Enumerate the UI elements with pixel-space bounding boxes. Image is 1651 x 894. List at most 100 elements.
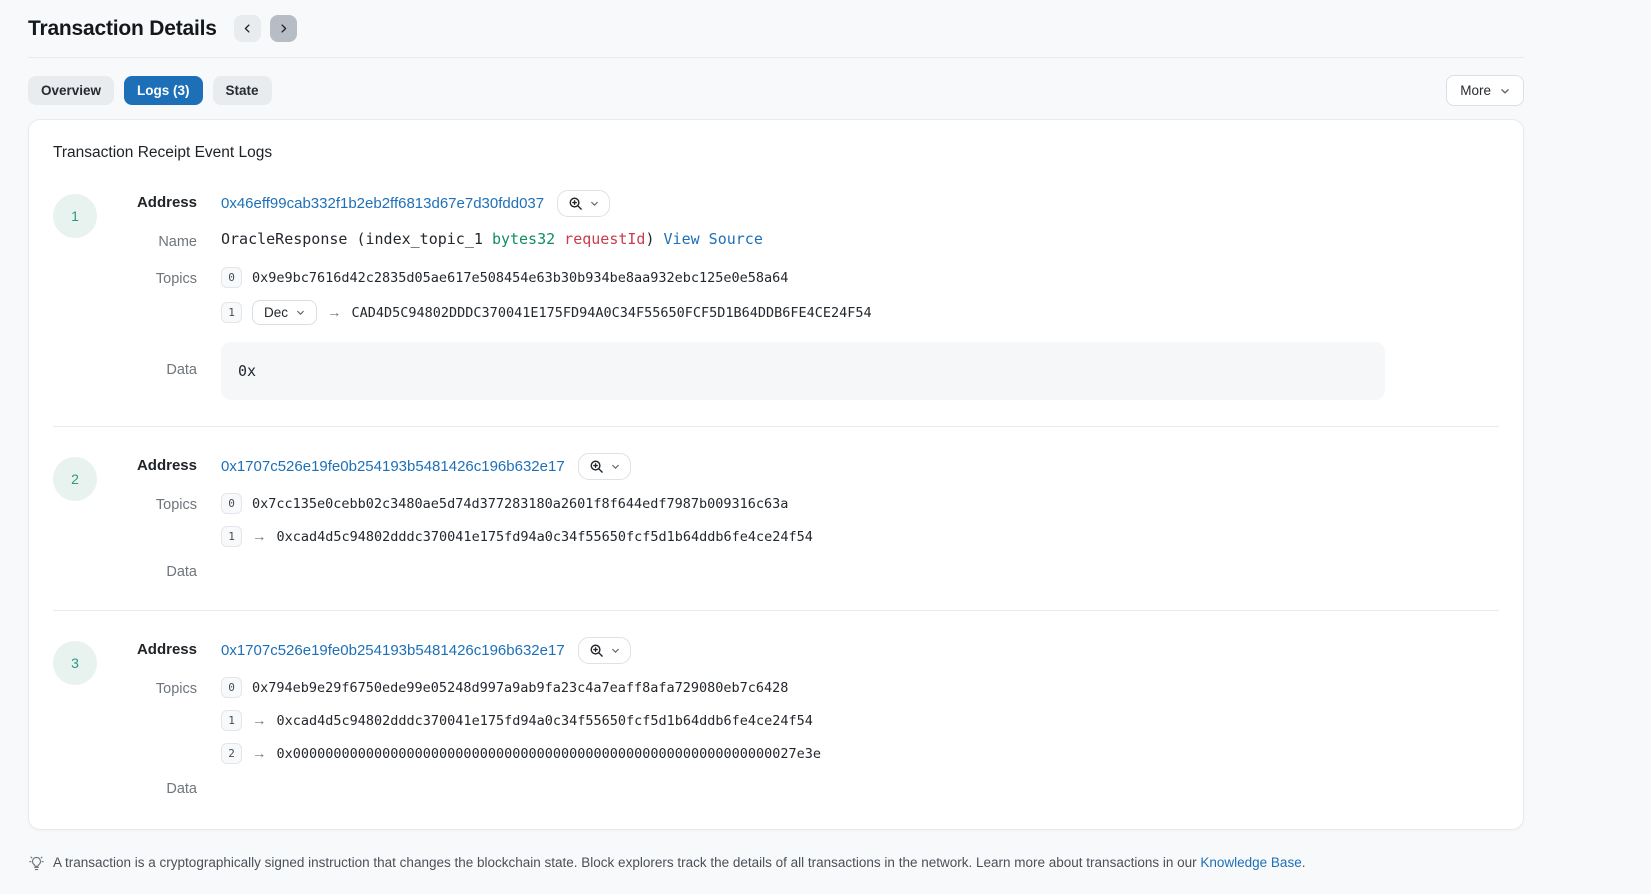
page-header: Transaction Details [28,0,1524,42]
log-badge-column: 2 [53,453,97,584]
chevron-left-icon [242,23,253,34]
data-row: Data [97,781,1499,801]
log-badge-column: 3 [53,637,97,801]
address-label: Address [97,190,197,211]
topics-row: Topics 0 0x794eb9e29f6750ede99e05248d997… [97,677,1499,764]
page-container: Transaction Details Overview Logs (3) St… [28,0,1524,872]
topic-item: 2 → 0x0000000000000000000000000000000000… [221,743,821,764]
data-label: Data [97,781,197,797]
tab-logs[interactable]: Logs (3) [124,76,203,105]
topic-value: 0x794eb9e29f6750ede99e05248d997a9ab9fa23… [252,680,788,696]
arrow-right-icon: → [252,529,267,545]
event-logs-card: Transaction Receipt Event Logs 1 Address… [28,119,1524,830]
zoom-in-icon [589,643,604,658]
prev-transaction-button[interactable] [234,15,261,42]
topic-value: 0xcad4d5c94802dddc370041e175fd94a0c34f55… [277,713,813,729]
data-box: 0x [221,342,1385,400]
topic-index-chip: 1 [221,710,242,731]
view-source-link[interactable]: View Source [664,230,763,248]
address-zoom-dropdown[interactable] [578,637,631,664]
chevron-right-icon [278,23,289,34]
address-link[interactable]: 0x1707c526e19fe0b254193b5481426c196b632e… [221,642,565,659]
more-dropdown[interactable]: More [1446,75,1524,106]
topics-label: Topics [97,677,197,697]
topic-item: 1 → 0xcad4d5c94802dddc370041e175fd94a0c3… [221,710,821,731]
topics-row: Topics 0 0x7cc135e0cebb02c3480ae5d74d377… [97,493,1499,547]
chevron-down-icon [296,308,305,317]
address-zoom-dropdown[interactable] [557,190,610,217]
topic-index-chip: 0 [221,493,242,514]
log-divider [53,426,1499,427]
topic-item: 1 Dec → CAD4D5C94802DDDC370041E175FD94A0… [221,300,872,325]
topic-value: 0xcad4d5c94802dddc370041e175fd94a0c34f55… [277,529,813,545]
chevron-down-icon [1500,86,1510,96]
tab-state[interactable]: State [213,76,272,105]
topic-item: 0 0x794eb9e29f6750ede99e05248d997a9ab9fa… [221,677,821,698]
chevron-down-icon [590,199,599,208]
event-name-close: ) [645,230,663,248]
topics-row: Topics 0 0x9e9bc7616d42c2835d05ae617e508… [97,267,1499,325]
log-entry-2: 2 Address 0x1707c526e19fe0b254193b548142… [53,453,1499,584]
lightbulb-icon [28,855,45,872]
event-name-text: OracleResponse (index_topic_1 [221,230,492,248]
log-index-badge: 3 [53,641,97,685]
footer-note: A transaction is a cryptographically sig… [28,854,1524,872]
address-row: Address 0x46eff99cab332f1b2eb2ff6813d67e… [97,190,1499,217]
log-entry-3: 3 Address 0x1707c526e19fe0b254193b548142… [53,637,1499,801]
chevron-down-icon [611,462,620,471]
address-label: Address [97,453,197,474]
event-param-type: bytes32 [492,230,555,248]
topic-value: 0x9e9bc7616d42c2835d05ae617e508454e63b30… [252,270,788,286]
footer-period: . [1302,855,1306,870]
topic-index-chip: 0 [221,267,242,288]
data-label: Data [97,342,197,378]
topics-label: Topics [97,493,197,513]
tab-bar: Overview Logs (3) State More [28,75,1524,106]
arrow-right-icon: → [252,746,267,762]
data-label: Data [97,564,197,580]
log-entry-1: 1 Address 0x46eff99cab332f1b2eb2ff6813d6… [53,190,1499,400]
topic-item: 0 0x7cc135e0cebb02c3480ae5d74d377283180a… [221,493,813,514]
header-divider [28,57,1524,58]
address-zoom-dropdown[interactable] [578,453,631,480]
topic-item: 1 → 0xcad4d5c94802dddc370041e175fd94a0c3… [221,526,813,547]
knowledge-base-link[interactable]: Knowledge Base [1200,855,1301,870]
address-row: Address 0x1707c526e19fe0b254193b5481426c… [97,453,1499,480]
address-label: Address [97,637,197,658]
arrow-right-icon: → [327,305,342,321]
tab-overview[interactable]: Overview [28,76,114,105]
topic-index-chip: 0 [221,677,242,698]
address-link[interactable]: 0x46eff99cab332f1b2eb2ff6813d67e7d30fdd0… [221,195,544,212]
next-transaction-button[interactable] [270,15,297,42]
data-row: Data [97,564,1499,584]
name-row: Name OracleResponse (index_topic_1 bytes… [97,230,1499,250]
chevron-down-icon [611,646,620,655]
topics-label: Topics [97,267,197,287]
more-label: More [1460,83,1491,98]
topic-value: 0x00000000000000000000000000000000000000… [277,746,822,762]
topic-value: CAD4D5C94802DDDC370041E175FD94A0C34F5565… [352,305,872,321]
address-link[interactable]: 0x1707c526e19fe0b254193b5481426c196b632e… [221,458,565,475]
footer-text: A transaction is a cryptographically sig… [53,854,1305,872]
zoom-in-icon [568,196,583,211]
topic-decode-dropdown[interactable]: Dec [252,300,317,325]
log-badge-column: 1 [53,190,97,400]
arrow-right-icon: → [252,713,267,729]
log-index-badge: 2 [53,457,97,501]
topic-index-chip: 2 [221,743,242,764]
log-divider [53,610,1499,611]
topic-value: 0x7cc135e0cebb02c3480ae5d74d377283180a26… [252,496,788,512]
topic-index-chip: 1 [221,526,242,547]
card-heading: Transaction Receipt Event Logs [53,144,1499,162]
address-row: Address 0x1707c526e19fe0b254193b5481426c… [97,637,1499,664]
data-value-empty [221,781,1499,801]
log-index-badge: 1 [53,194,97,238]
topic-index-chip: 1 [221,302,242,323]
decode-selected-option: Dec [264,305,288,320]
zoom-in-icon [589,459,604,474]
event-signature: OracleResponse (index_topic_1 bytes32 re… [221,230,1499,248]
data-value: 0x [238,362,256,380]
page-title: Transaction Details [28,17,217,41]
footer-sentence: A transaction is a cryptographically sig… [53,855,1200,870]
data-value-empty [221,564,1499,584]
